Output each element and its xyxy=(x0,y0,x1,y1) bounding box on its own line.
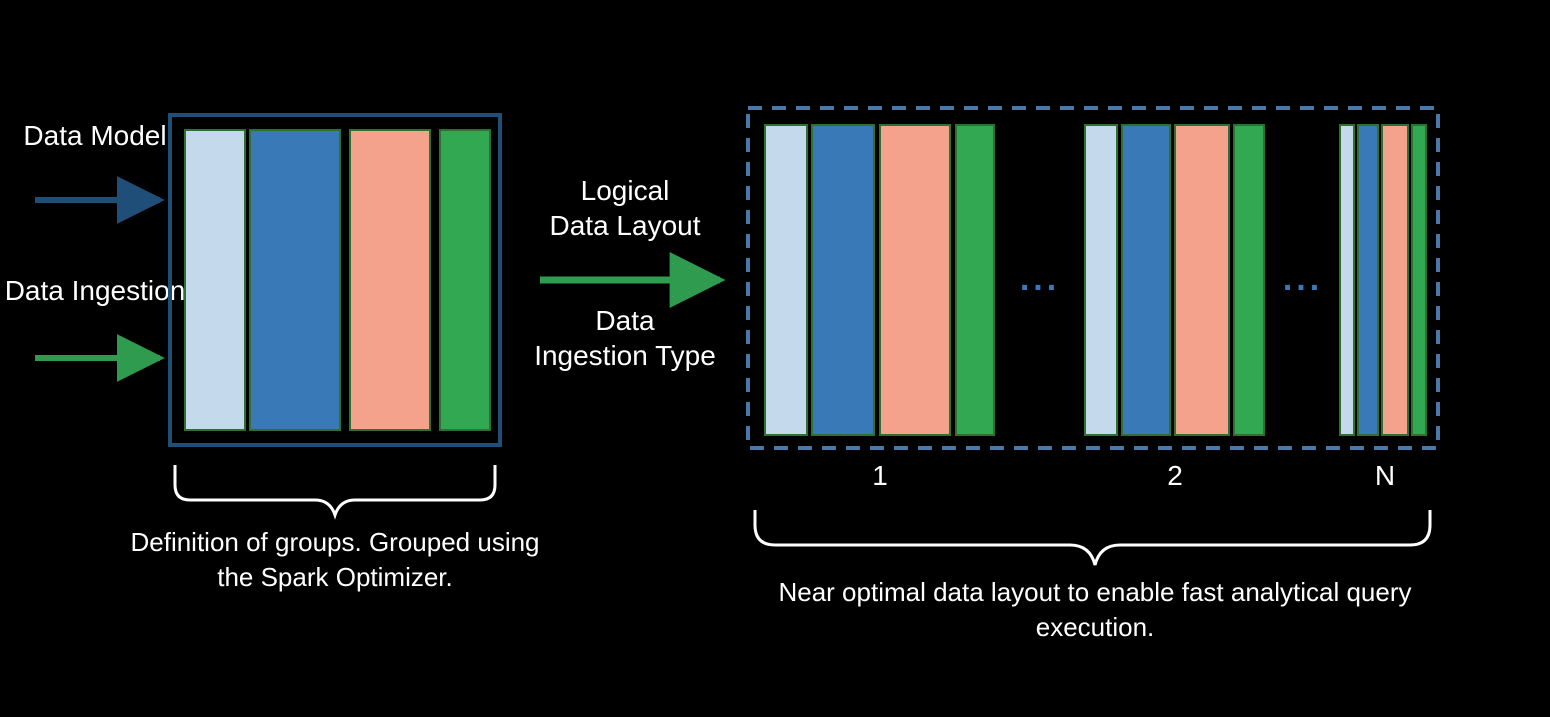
group-2 xyxy=(1085,125,1264,435)
group-1 xyxy=(765,125,994,435)
layout-bracket-text: Near optimal data layout to enable fast … xyxy=(760,575,1430,645)
group-2-number: 2 xyxy=(1167,460,1183,491)
data-model-label: Data Model xyxy=(23,120,166,151)
model-bracket-text-container: Definition of groups. Grouped using the … xyxy=(120,525,550,645)
group-1-number: 1 xyxy=(872,460,888,491)
layout-bracket-icon xyxy=(755,510,1430,565)
ingestion-type-label-line2: Ingestion Type xyxy=(534,340,716,371)
group-n-number: N xyxy=(1375,460,1395,491)
ellipsis-2: ... xyxy=(1283,260,1323,298)
data-model-box xyxy=(170,115,500,445)
diagram-root: Data Model Data Ingestion Definition of … xyxy=(0,0,1550,717)
model-bracket-icon xyxy=(175,465,495,515)
bar-lightblue xyxy=(185,130,245,430)
ingestion-type-label-line1: Data xyxy=(595,305,655,336)
logical-layout-label-line1: Logical xyxy=(581,175,670,206)
layout-bracket-text-container: Near optimal data layout to enable fast … xyxy=(760,575,1430,685)
bar-green xyxy=(440,130,490,430)
logical-layout-label-line2: Data Layout xyxy=(550,210,701,241)
bar-salmon xyxy=(350,130,430,430)
data-ingestion-label: Data Ingestion xyxy=(5,275,186,306)
model-bracket-text: Definition of groups. Grouped using the … xyxy=(120,525,550,595)
ellipsis-1: ... xyxy=(1020,260,1060,298)
group-n xyxy=(1340,125,1426,435)
bar-blue xyxy=(250,130,340,430)
